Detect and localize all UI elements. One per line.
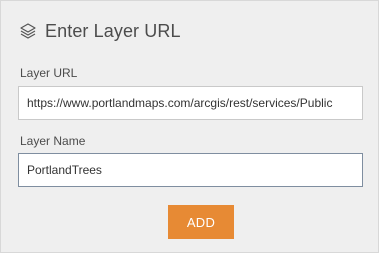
- enter-layer-url-panel: Enter Layer URL Layer URL Layer Name ADD: [0, 0, 379, 253]
- layer-name-label: Layer Name: [20, 134, 86, 148]
- page-title: Enter Layer URL: [45, 20, 181, 41]
- layer-url-input[interactable]: [18, 86, 363, 120]
- panel-header: Enter Layer URL: [19, 19, 181, 43]
- layer-name-input[interactable]: [18, 153, 363, 187]
- add-button[interactable]: ADD: [168, 205, 234, 239]
- layer-url-label: Layer URL: [20, 66, 78, 80]
- layers-icon: [19, 22, 37, 40]
